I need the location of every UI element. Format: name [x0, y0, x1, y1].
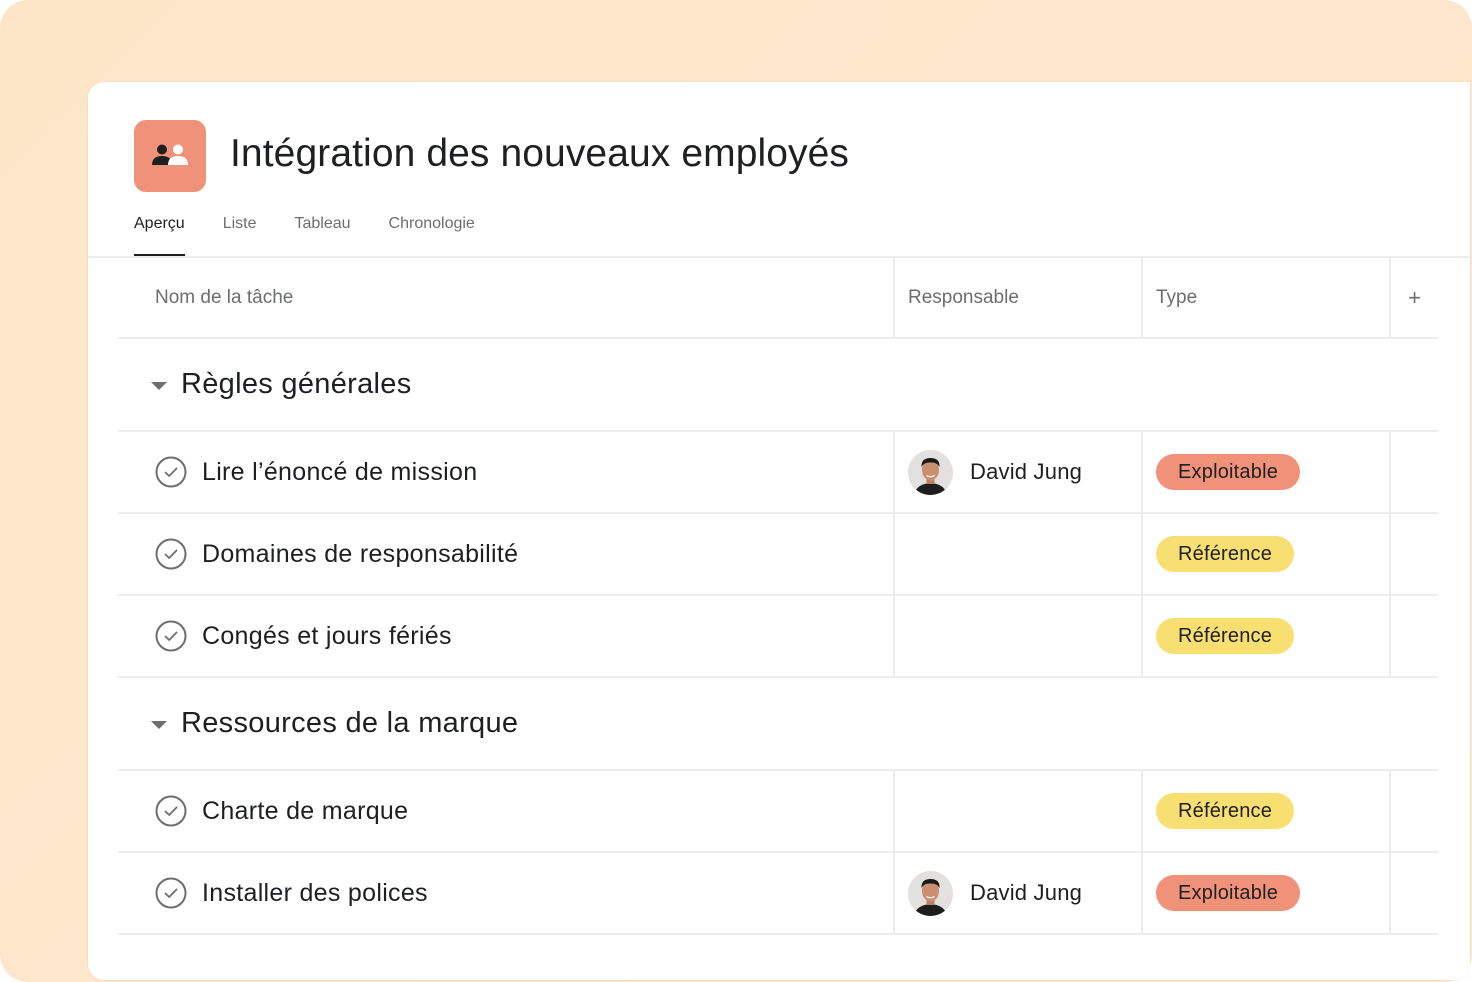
type-badge[interactable]: Référence	[1156, 793, 1295, 829]
caret-down-icon[interactable]	[151, 382, 167, 390]
column-header-type[interactable]: Type	[1141, 258, 1389, 337]
assignee-cell[interactable]: David Jung	[893, 432, 1141, 512]
tab-liste[interactable]: Liste	[223, 212, 257, 256]
type-cell[interactable]: Référence	[1141, 596, 1389, 676]
people-icon	[152, 144, 188, 165]
assignee-cell[interactable]	[893, 596, 1141, 676]
task-name: Congés et jours fériés	[202, 621, 452, 650]
check-circle-icon[interactable]	[155, 538, 187, 570]
check-circle-icon[interactable]	[155, 795, 187, 827]
assignee-name: David Jung	[970, 459, 1083, 484]
type-cell[interactable]: Référence	[1141, 771, 1389, 851]
task-name-cell[interactable]: Charte de marque	[118, 771, 893, 851]
add-column-button[interactable]: +	[1389, 258, 1438, 337]
task-name: Domaines de responsabilité	[202, 539, 519, 568]
avatar	[908, 870, 953, 916]
project-title: Intégration des nouveaux employés	[230, 132, 850, 175]
task-name-cell[interactable]: Installer des polices	[118, 853, 893, 933]
task-name-cell[interactable]: Lire l’énoncé de mission	[118, 432, 893, 512]
type-badge[interactable]: Exploitable	[1156, 875, 1301, 911]
table-header: Nom de la tâche Responsable Type +	[118, 258, 1438, 339]
type-badge[interactable]: Référence	[1156, 618, 1295, 654]
type-badge[interactable]: Exploitable	[1156, 454, 1301, 490]
section-name: Règles générales	[181, 368, 412, 400]
section-name: Ressources de la marque	[181, 707, 519, 739]
task-table: Nom de la tâche Responsable Type + Règle…	[118, 258, 1438, 935]
table-row[interactable]: Domaines de responsabilité Référence	[118, 514, 1438, 596]
type-badge[interactable]: Référence	[1156, 536, 1295, 572]
plus-icon: +	[1408, 284, 1421, 310]
table-row[interactable]: Congés et jours fériés Référence	[118, 596, 1438, 678]
section-header[interactable]: Ressources de la marque	[118, 678, 1438, 771]
type-cell[interactable]: Exploitable	[1141, 432, 1389, 512]
table-body: Règles générales Lire l’énoncé de missio…	[118, 339, 1438, 935]
tab-tableau[interactable]: Tableau	[295, 212, 351, 256]
empty-cell	[1389, 596, 1438, 676]
section-header[interactable]: Règles générales	[118, 339, 1438, 432]
task-name: Charte de marque	[202, 796, 409, 825]
empty-cell	[1389, 771, 1438, 851]
table-row[interactable]: Lire l’énoncé de mission David Jung Expl…	[118, 432, 1438, 514]
task-name: Lire l’énoncé de mission	[202, 457, 478, 486]
project-tabs: Aperçu Liste Tableau Chronologie	[134, 212, 513, 257]
assignee-name: David Jung	[970, 880, 1083, 905]
empty-cell	[1389, 853, 1438, 933]
check-circle-icon[interactable]	[155, 877, 187, 909]
table-row[interactable]: Installer des polices David Jung Exploit…	[118, 853, 1438, 935]
type-cell[interactable]: Exploitable	[1141, 853, 1389, 933]
task-name: Installer des polices	[202, 878, 428, 907]
type-cell[interactable]: Référence	[1141, 514, 1389, 594]
empty-cell	[1389, 432, 1438, 512]
avatar	[908, 449, 953, 495]
assignee-cell[interactable]	[893, 771, 1141, 851]
tab-chronologie[interactable]: Chronologie	[389, 212, 475, 256]
task-name-cell[interactable]: Domaines de responsabilité	[118, 514, 893, 594]
assignee-cell[interactable]	[893, 514, 1141, 594]
empty-cell	[1389, 514, 1438, 594]
check-circle-icon[interactable]	[155, 620, 187, 652]
column-header-assignee[interactable]: Responsable	[893, 258, 1141, 337]
check-circle-icon[interactable]	[155, 456, 187, 488]
project-icon	[134, 120, 206, 192]
table-row[interactable]: Charte de marque Référence	[118, 771, 1438, 853]
tab-apercu[interactable]: Aperçu	[134, 212, 185, 256]
task-name-cell[interactable]: Congés et jours fériés	[118, 596, 893, 676]
caret-down-icon[interactable]	[151, 721, 167, 729]
column-header-task-name[interactable]: Nom de la tâche	[118, 258, 893, 337]
project-card: Intégration des nouveaux employés Aperçu…	[88, 82, 1470, 980]
assignee-cell[interactable]: David Jung	[893, 853, 1141, 933]
